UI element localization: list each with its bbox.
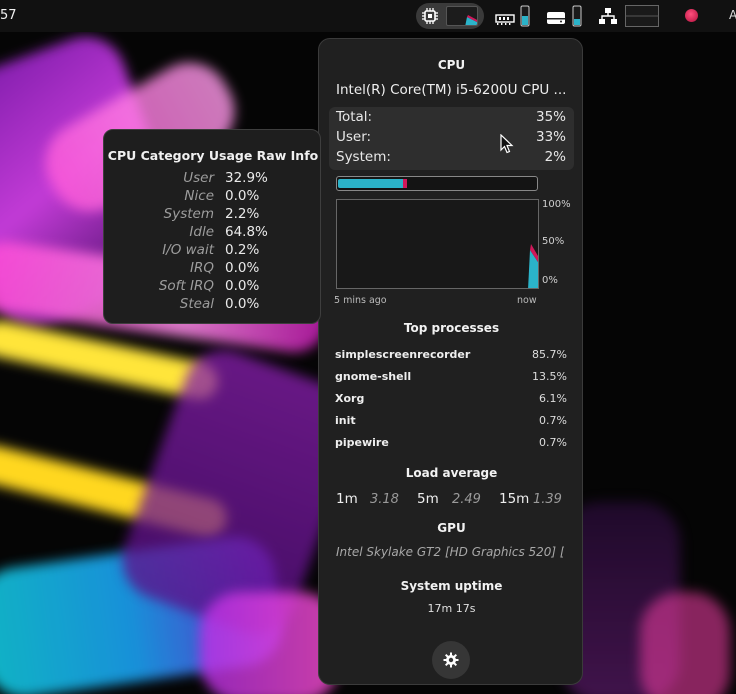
- graph-y-0: 0%: [542, 275, 558, 286]
- load-15m-label: 15m: [499, 491, 530, 507]
- process-value: 13.5%: [532, 370, 567, 383]
- raw-info-row: IRQ 0.0%: [104, 260, 322, 278]
- cpu-icon: [421, 7, 439, 25]
- usage-user-label: User:: [336, 129, 372, 145]
- graph-x-end: now: [517, 295, 537, 306]
- usage-system-label: System:: [336, 149, 391, 165]
- raw-info-label: Steal: [179, 296, 214, 312]
- graph-x-start: 5 mins ago: [334, 295, 387, 306]
- raw-info-value: 0.0%: [225, 260, 260, 276]
- process-row[interactable]: simplescreenrecorder 85.7%: [335, 348, 567, 361]
- load-1m-label: 1m: [336, 491, 358, 507]
- usage-total-label: Total:: [336, 109, 373, 125]
- bar-user-fill: [338, 179, 403, 188]
- raw-info-label: System: [163, 206, 214, 222]
- load-5m-label: 5m: [417, 491, 439, 507]
- usage-user-row: User: 33%: [336, 129, 566, 145]
- raw-info-label: Idle: [189, 224, 214, 240]
- network-icon[interactable]: [598, 7, 618, 29]
- raw-info-row: Soft IRQ 0.0%: [104, 278, 322, 296]
- process-name: simplescreenrecorder: [335, 348, 471, 361]
- topbar-letter[interactable]: A: [729, 8, 736, 22]
- cpu-indicator[interactable]: [416, 3, 484, 29]
- top-processes-title: Top processes: [403, 321, 500, 335]
- storage-icon[interactable]: [546, 10, 566, 29]
- storage-level-icon: [572, 5, 582, 31]
- raw-info-label: IRQ: [190, 260, 214, 276]
- graph-y-100: 100%: [542, 199, 571, 210]
- load-1m-value: 3.18: [370, 492, 399, 507]
- graph-y-50: 50%: [542, 236, 565, 247]
- memory-icon[interactable]: [495, 10, 515, 29]
- uptime-value: 17m 17s: [427, 602, 476, 615]
- raw-info-label: Soft IRQ: [158, 278, 214, 294]
- mouse-pointer-icon: [500, 133, 514, 158]
- gpu-title: GPU: [437, 521, 466, 535]
- process-value: 0.7%: [539, 414, 567, 427]
- recorder-icon[interactable]: [685, 9, 698, 22]
- process-value: 6.1%: [539, 392, 567, 405]
- process-name: gnome-shell: [335, 370, 412, 383]
- raw-info-row: System 2.2%: [104, 206, 322, 224]
- usage-system-row: System: 2%: [336, 149, 566, 165]
- bar-system-fill: [403, 179, 407, 188]
- raw-info-label: User: [183, 170, 214, 186]
- cpu-raw-info-tooltip: CPU Category Usage Raw Info User 32.9% N…: [103, 129, 321, 324]
- load-15m-value: 1.39: [533, 492, 562, 507]
- cpu-history-graph: [336, 199, 539, 289]
- gpu-name: Intel Skylake GT2 [HD Graphics 520] [...: [336, 545, 564, 559]
- process-value: 0.7%: [539, 436, 567, 449]
- raw-info-value: 0.2%: [225, 242, 260, 258]
- clock[interactable]: 57: [0, 8, 17, 23]
- uptime-title: System uptime: [400, 579, 503, 593]
- gear-icon: [443, 652, 459, 672]
- process-row[interactable]: gnome-shell 13.5%: [335, 370, 567, 383]
- network-graph-icon: [625, 5, 659, 31]
- process-value: 85.7%: [532, 348, 567, 361]
- process-name: Xorg: [335, 392, 365, 405]
- top-bar: 57 A: [0, 0, 736, 32]
- raw-info-value: 64.8%: [225, 224, 268, 240]
- cpu-title: CPU: [437, 58, 466, 72]
- raw-info-value: 32.9%: [225, 170, 268, 186]
- cpu-popup: CPU Intel(R) Core(TM) i5-6200U CPU ... T…: [318, 38, 583, 685]
- raw-info-value: 0.0%: [225, 296, 260, 312]
- cpu-usage-box[interactable]: Total: 35% User: 33% System: 2%: [329, 107, 574, 170]
- process-row[interactable]: init 0.7%: [335, 414, 567, 427]
- cpu-model: Intel(R) Core(TM) i5-6200U CPU ...: [336, 82, 567, 98]
- tooltip-title: CPU Category Usage Raw Info: [107, 148, 319, 163]
- raw-info-value: 0.0%: [225, 188, 260, 204]
- cpu-usage-bar: [336, 176, 538, 191]
- raw-info-value: 2.2%: [225, 206, 260, 222]
- settings-button[interactable]: [432, 641, 470, 679]
- load-5m-value: 2.49: [452, 492, 481, 507]
- process-row[interactable]: pipewire 0.7%: [335, 436, 567, 449]
- memory-level-icon: [520, 5, 530, 31]
- usage-user-value: 33%: [535, 129, 566, 145]
- load-average-title: Load average: [405, 466, 498, 480]
- raw-info-row: Nice 0.0%: [104, 188, 322, 206]
- usage-total-row: Total: 35%: [336, 109, 566, 125]
- raw-info-row: User 32.9%: [104, 170, 322, 188]
- raw-info-value: 0.0%: [225, 278, 260, 294]
- process-name: pipewire: [335, 436, 389, 449]
- raw-info-row: I/O wait 0.2%: [104, 242, 322, 260]
- usage-system-value: 2%: [544, 149, 566, 165]
- raw-info-label: Nice: [184, 188, 214, 204]
- cpu-mini-graph: [446, 6, 478, 26]
- usage-total-value: 35%: [535, 109, 566, 125]
- raw-info-label: I/O wait: [162, 242, 214, 258]
- process-name: init: [335, 414, 356, 427]
- raw-info-row: Steal 0.0%: [104, 296, 322, 314]
- raw-info-row: Idle 64.8%: [104, 224, 322, 242]
- process-row[interactable]: Xorg 6.1%: [335, 392, 567, 405]
